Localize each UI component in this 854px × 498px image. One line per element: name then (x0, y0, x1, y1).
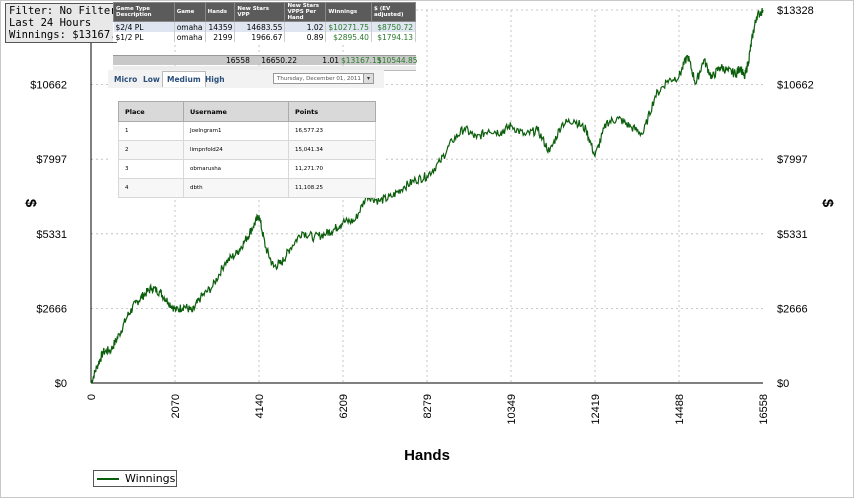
cell-username: obmarusha (183, 159, 289, 179)
x-tick-label: 8279 (422, 394, 434, 418)
x-tick-label: 16558 (758, 394, 770, 425)
winnings-line: Winnings: $13167.15 (9, 29, 130, 41)
cell-hands: 2199 (205, 32, 236, 42)
x-tick-label: 14488 (674, 394, 686, 425)
leaderboard-table: Place Username Points 1 JoeIngram1 16,57… (118, 101, 376, 198)
period-line: Last 24 Hours (9, 17, 92, 29)
table-row: 2 limpnfold24 15,041.34 (118, 140, 376, 160)
col-header-username: Username (183, 101, 289, 122)
cell-points: 15,041.34 (288, 140, 376, 160)
tab-high[interactable]: High (202, 73, 228, 86)
tab-low[interactable]: Low (140, 73, 163, 86)
cell-ev-adjusted: $8750.72 (371, 21, 417, 32)
y-tick-label: $0 (777, 378, 789, 390)
x-axis-label: Hands (404, 447, 450, 464)
cell-winnings: $10271.75 (325, 21, 372, 32)
y-axis-label-right: $ (819, 199, 836, 208)
total-vpp: 16650.22 (261, 56, 297, 65)
x-tick-label: 0 (86, 394, 98, 400)
cell-points: 16,577.23 (288, 121, 376, 141)
cell-game: omaha (174, 32, 206, 42)
leaderboard-header-row: Place Username Points (118, 101, 376, 122)
stats-header-row: Game Type Description Game Hands New Sta… (113, 2, 417, 22)
total-ev-adjusted: $10544.85 (377, 56, 418, 65)
table-row[interactable]: $1/2 PL omaha 2199 1966.67 0.89 $2895.40… (113, 32, 417, 42)
cell-place: 1 (118, 121, 184, 141)
cell-points: 11,108.25 (288, 178, 376, 198)
filter-summary-box: Filter: No Filter Last 24 Hours Winnings… (5, 3, 130, 43)
cell-username: limpnfold24 (183, 140, 289, 160)
cell-place: 4 (118, 178, 184, 198)
cell-place: 2 (118, 140, 184, 160)
cell-game-type: $2/4 PL (113, 21, 175, 32)
cell-game: omaha (174, 21, 206, 32)
cell-hands: 14359 (205, 21, 236, 32)
legend-swatch-winnings (97, 478, 119, 480)
cell-username: dbth (183, 178, 289, 198)
col-header-ev-adjusted[interactable]: $ (EV adjusted) (370, 2, 417, 22)
table-row: 3 obmarusha 11,271.70 (118, 159, 376, 179)
cell-vpp-per-hand: 0.89 (284, 32, 327, 42)
stats-totals-row: 16558 16650.22 1.01 $13167.15 $10544.85 (113, 55, 418, 65)
y-tick-label: $10662 (30, 80, 67, 92)
x-tick-label: 6209 (338, 394, 350, 418)
x-tick-label: 2070 (170, 394, 182, 418)
total-vpp-per-hand: 1.01 (322, 56, 339, 65)
cell-vpp: 14683.55 (234, 21, 286, 32)
y-tick-label: $2666 (777, 303, 808, 315)
y-tick-label: $10662 (777, 80, 814, 92)
y-tick-labels-left: $0$2666$5331$7997$10662$13328 (30, 5, 67, 390)
table-row: 4 dbth 11,108.25 (118, 178, 376, 198)
cell-winnings: $2895.40 (325, 32, 372, 42)
legend-label-winnings: Winnings (125, 472, 176, 485)
date-picker[interactable]: Thursday, December 01, 2011 ▾ (273, 73, 374, 84)
table-row: 1 JoeIngram1 16,577.23 (118, 121, 376, 141)
game-stats-table: Game Type Description Game Hands New Sta… (113, 2, 417, 42)
chevron-down-icon[interactable]: ▾ (363, 74, 373, 83)
col-header-vpp[interactable]: New Stars VPP (234, 2, 286, 22)
col-header-place: Place (118, 101, 184, 122)
y-axis-label-left: $ (22, 199, 39, 208)
cell-username: JoeIngram1 (183, 121, 289, 141)
cell-points: 11,271.70 (288, 159, 376, 179)
y-tick-label: $5331 (777, 229, 808, 241)
y-tick-label: $5331 (36, 229, 67, 241)
cell-vpp-per-hand: 1.02 (284, 21, 327, 32)
x-tick-label: 10349 (506, 394, 518, 425)
x-tick-labels: 0 2070 4140 6209 8279 10349 12419 14488 16558 (86, 394, 770, 425)
col-header-points: Points (288, 101, 376, 122)
total-winnings: $13167.15 (341, 56, 382, 65)
chart-legend: Winnings (93, 470, 177, 487)
cell-place: 3 (118, 159, 184, 179)
tab-medium[interactable]: Medium (162, 71, 206, 87)
y-tick-label: $2666 (36, 303, 67, 315)
cell-ev-adjusted: $1794.13 (371, 32, 417, 42)
x-tick-label: 12419 (590, 394, 602, 425)
y-tick-labels-right: $0 $2666 $5331 $7997 $10662 $13328 (777, 5, 814, 390)
col-header-hands[interactable]: Hands (204, 2, 236, 22)
cell-game-type: $1/2 PL (113, 32, 175, 42)
x-tick-label: 4140 (254, 394, 266, 418)
col-header-winnings[interactable]: Winnings (325, 2, 372, 22)
y-tick-label: $13328 (777, 5, 814, 17)
y-tick-label: $7997 (36, 154, 67, 166)
tab-micro[interactable]: Micro (111, 73, 140, 86)
col-header-game[interactable]: Game (173, 2, 206, 22)
col-header-game-type[interactable]: Game Type Description (113, 2, 175, 22)
date-picker-value: Thursday, December 01, 2011 (277, 76, 361, 82)
table-row[interactable]: $2/4 PL omaha 14359 14683.55 1.02 $10271… (113, 21, 417, 32)
y-tick-label: $0 (55, 378, 67, 390)
total-hands: 16558 (226, 56, 250, 65)
col-header-vpp-per-hand[interactable]: New Stars VPPS Per Hand (284, 2, 327, 22)
filter-line: Filter: No Filter (9, 5, 117, 17)
cell-vpp: 1966.67 (234, 32, 286, 42)
y-tick-label: $7997 (777, 154, 808, 166)
